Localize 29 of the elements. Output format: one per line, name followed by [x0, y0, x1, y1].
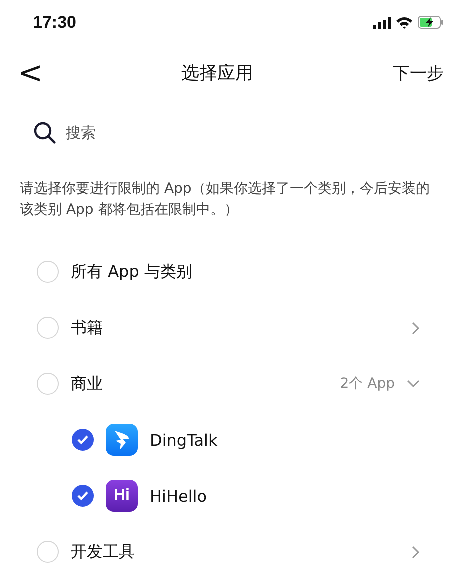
page-title: 选择应用 [182, 62, 254, 85]
app-icon [106, 424, 138, 456]
next-button[interactable]: 下一步 [393, 62, 444, 84]
category-label: 商业 [71, 374, 104, 394]
wifi-icon [396, 16, 413, 28]
app-count: 2个 App [340, 375, 395, 393]
chevron-right-icon[interactable] [412, 322, 420, 334]
app-icon: Hi [106, 480, 138, 512]
checkbox[interactable] [37, 541, 59, 563]
chevron-right-icon[interactable] [412, 546, 420, 558]
search-field[interactable]: 搜索 [64, 123, 262, 143]
checkbox[interactable] [37, 373, 59, 395]
check-icon [77, 435, 89, 445]
checkbox[interactable] [37, 317, 59, 339]
checkbox[interactable] [72, 485, 94, 507]
category-label: 开发工具 [71, 542, 136, 562]
search-icon [34, 122, 56, 144]
signal-icon [373, 16, 391, 28]
checkbox[interactable] [72, 429, 94, 451]
app-name: HiHello [150, 486, 208, 506]
checkbox[interactable] [37, 261, 59, 283]
check-icon [77, 491, 89, 501]
status-time: 17:30 [33, 12, 76, 32]
description-text: 请选择你要进行限制的 App（如果你选择了一个类别，今后安装的该类别 App 都将包括在限制中。） [20, 180, 431, 220]
app-name: DingTalk [150, 430, 219, 450]
category-label: 所有 App 与类别 [71, 262, 194, 282]
back-button[interactable]: < [18, 56, 42, 90]
category-label: 书籍 [71, 318, 104, 338]
chevron-down-icon[interactable] [407, 380, 420, 388]
